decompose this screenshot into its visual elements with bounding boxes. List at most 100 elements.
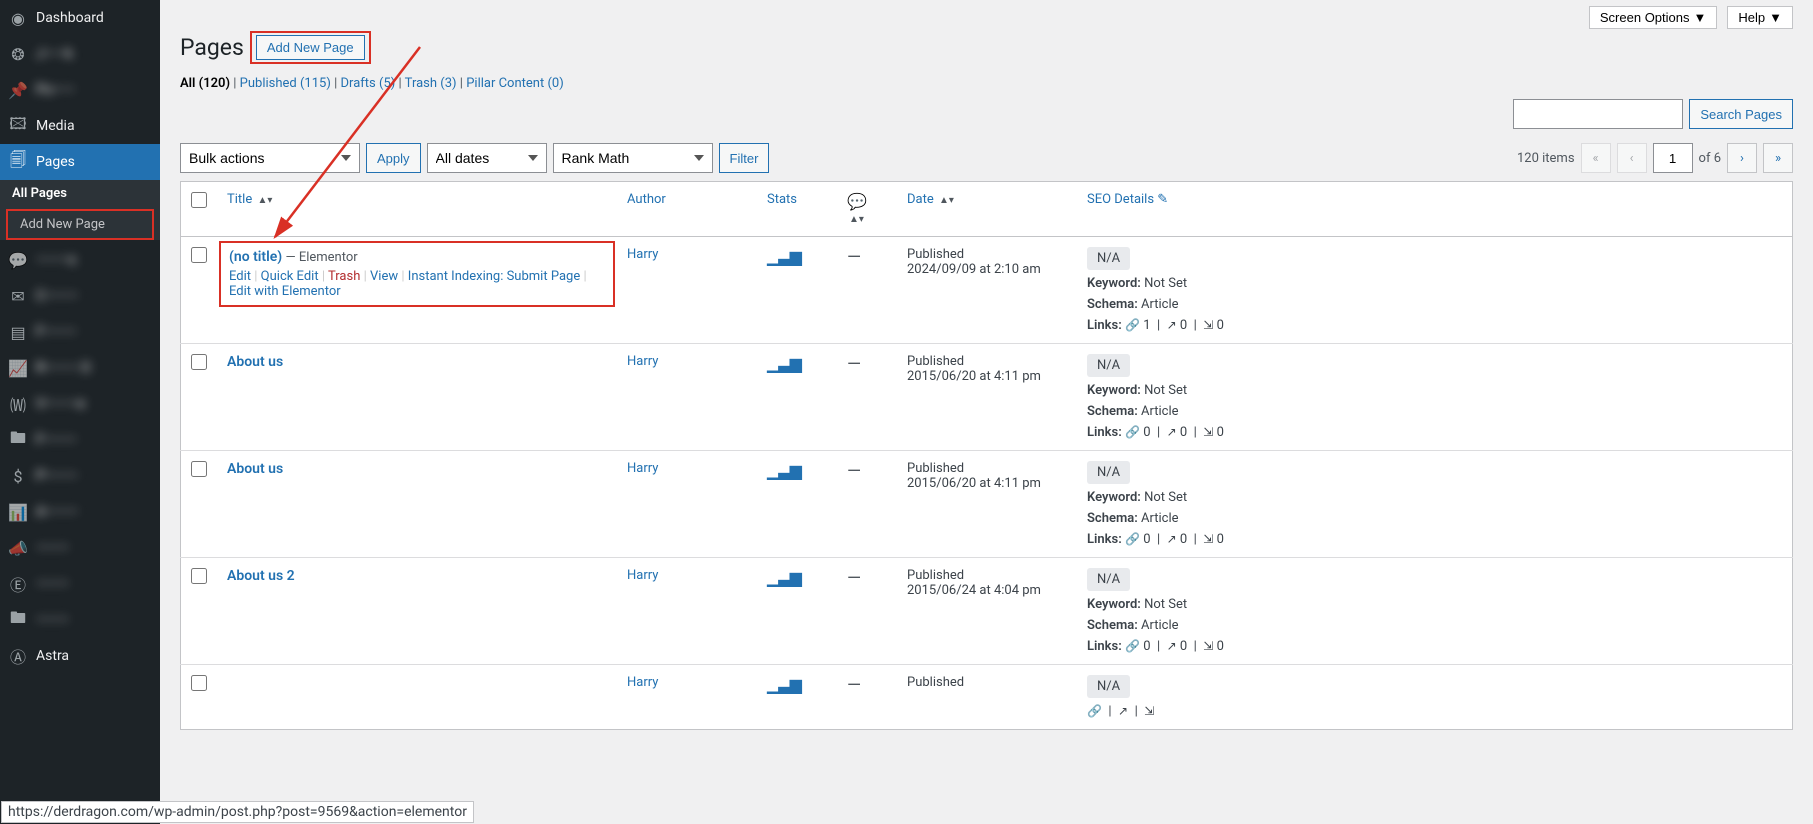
main-content: Screen Options ▼ Help ▼ Pages Add New Pa… [160, 0, 1813, 824]
filter-pillar[interactable]: Pillar Content (0) [466, 76, 564, 91]
filter-published[interactable]: Published (115) [240, 76, 331, 91]
date-column-header[interactable]: Date ▲▾ [897, 182, 1077, 237]
current-page-input[interactable] [1653, 143, 1693, 173]
menu-templates[interactable]: 🖿 ——— [0, 602, 160, 638]
seo-schema-value: Article [1141, 297, 1178, 312]
row-checkbox[interactable] [191, 461, 207, 477]
author-link[interactable]: Harry [627, 354, 658, 369]
action-trash[interactable]: Trash [328, 269, 360, 284]
seo-score-badge: N/A [1087, 354, 1130, 377]
table-row: Harry ▁▃▆ — Published N/A 🔗 | ↗ | ⇲ [181, 665, 1793, 730]
menu-woocommerce[interactable]: 🄦 V———e [0, 386, 160, 422]
menu-pages[interactable]: 🗐 Pages [0, 144, 160, 180]
payments-icon: $ [8, 466, 28, 486]
date-filter-select[interactable]: All dates [427, 143, 547, 173]
title-column-header[interactable]: Title ▲▾ [217, 182, 617, 237]
stats-icon[interactable]: ▁▃▆ [767, 675, 801, 694]
filter-all[interactable]: All (120) [180, 76, 230, 91]
stats-icon[interactable]: ▁▃▆ [767, 568, 801, 587]
menu-products[interactable]: 🖿 F——— [0, 422, 160, 458]
action-quick-edit[interactable]: Quick Edit [261, 269, 319, 284]
contact-icon: ✉ [8, 286, 28, 306]
row-title-link[interactable]: About us [227, 461, 283, 477]
incoming-link-icon: ⇲ [1144, 704, 1154, 718]
annotation-box: (no title) — Elementor Edit | Quick Edit… [219, 241, 615, 307]
stats-icon[interactable]: ▁▃▆ [767, 461, 801, 480]
external-link-icon: ↗ [1118, 704, 1128, 718]
menu-label: Media [36, 118, 75, 134]
status-bar: https://derdragon.com/wp-admin/post.php?… [1, 801, 474, 823]
menu-forms[interactable]: ▤ F——— [0, 314, 160, 350]
row-title-link[interactable]: About us [227, 354, 283, 370]
menu-posts[interactable]: 📌 Po—— [0, 72, 160, 108]
screen-options-button[interactable]: Screen Options ▼ [1589, 6, 1717, 29]
menu-astra[interactable]: Ⓐ Astra [0, 638, 160, 674]
menu-label: ——— [36, 576, 69, 592]
add-new-page-button[interactable]: Add New Page [256, 35, 365, 60]
row-checkbox[interactable] [191, 354, 207, 370]
submenu-all-pages[interactable]: All Pages [0, 180, 160, 207]
megaphone-icon: 📣 [8, 538, 28, 558]
seo-column-header[interactable]: SEO Details ✎ [1077, 182, 1793, 237]
filter-links: All (120) | Published (115) | Drafts (5)… [180, 76, 1793, 91]
first-page-button: « [1581, 143, 1611, 173]
rank-math-select[interactable]: Rank Math [553, 143, 713, 173]
row-checkbox[interactable] [191, 568, 207, 584]
comments-column-header[interactable]: 💬 ▲▾ [837, 182, 897, 237]
menu-marketing[interactable]: 📣 ——— [0, 530, 160, 566]
menu-label: J——k [36, 46, 73, 62]
row-checkbox[interactable] [191, 247, 207, 263]
menu-rank-math[interactable]: 📈 R——— O [0, 350, 160, 386]
row-title-link[interactable]: About us 2 [227, 568, 295, 584]
menu-jetpack[interactable]: ❂ J——k [0, 36, 160, 72]
comments-count: — [847, 461, 861, 482]
select-all-checkbox[interactable] [191, 192, 207, 208]
author-link[interactable]: Harry [627, 675, 658, 690]
action-edit[interactable]: Edit [229, 269, 251, 284]
search-input[interactable] [1513, 99, 1683, 129]
row-checkbox[interactable] [191, 675, 207, 691]
submenu-add-new-page[interactable]: Add New Page [6, 209, 154, 240]
menu-analytics[interactable]: 📊 A——— [0, 494, 160, 530]
date-status: Published [907, 354, 1067, 369]
action-edit-with-elementor[interactable]: Edit with Elementor [229, 284, 341, 299]
action-view[interactable]: View [370, 269, 398, 284]
row-title-link[interactable]: (no title) [229, 249, 282, 265]
author-link[interactable]: Harry [627, 247, 658, 262]
author-link[interactable]: Harry [627, 461, 658, 476]
jetpack-icon: ❂ [8, 44, 28, 64]
comments-icon: 💬 [8, 250, 28, 270]
last-page-button[interactable]: » [1763, 143, 1793, 173]
menu-comments[interactable]: 💬 ———s [0, 242, 160, 278]
search-pages-button[interactable]: Search Pages [1689, 99, 1793, 129]
seo-schema-label: Schema: [1087, 404, 1138, 419]
comments-count: — [847, 675, 861, 696]
menu-payments[interactable]: $ P——— [0, 458, 160, 494]
menu-contact[interactable]: ✉ C——— [0, 278, 160, 314]
stats-icon[interactable]: ▁▃▆ [767, 247, 801, 266]
date-status: Published [907, 568, 1067, 583]
next-page-button[interactable]: › [1727, 143, 1757, 173]
filter-button[interactable]: Filter [719, 143, 770, 173]
stats-icon[interactable]: ▁▃▆ [767, 354, 801, 373]
menu-media[interactable]: 🖾 Media [0, 108, 160, 144]
menu-dashboard[interactable]: ◉ Dashboard [0, 0, 160, 36]
sort-icon: ▲▾ [939, 195, 954, 206]
links-internal: 0 [1143, 425, 1150, 440]
author-link[interactable]: Harry [627, 568, 658, 583]
filter-trash[interactable]: Trash (3) [405, 76, 457, 91]
stats-column-header: Stats [757, 182, 837, 237]
date-time: 2015/06/20 at 4:11 pm [907, 369, 1067, 384]
date-status: Published [907, 247, 1067, 262]
menu-label: Astra [36, 648, 69, 664]
help-button[interactable]: Help ▼ [1727, 6, 1793, 29]
bulk-actions-select[interactable]: Bulk actions [180, 143, 360, 173]
links-outgoing: 0 [1180, 532, 1187, 547]
seo-links-label: Links: [1087, 425, 1122, 440]
menu-label: C——— [36, 288, 78, 304]
filter-drafts[interactable]: Drafts (5) [341, 76, 396, 91]
apply-button[interactable]: Apply [366, 143, 421, 173]
action-instant-indexing[interactable]: Instant Indexing: Submit Page [408, 269, 580, 284]
menu-elementor[interactable]: Ⓔ ——— [0, 566, 160, 602]
sort-icon: ▲▾ [257, 195, 272, 206]
